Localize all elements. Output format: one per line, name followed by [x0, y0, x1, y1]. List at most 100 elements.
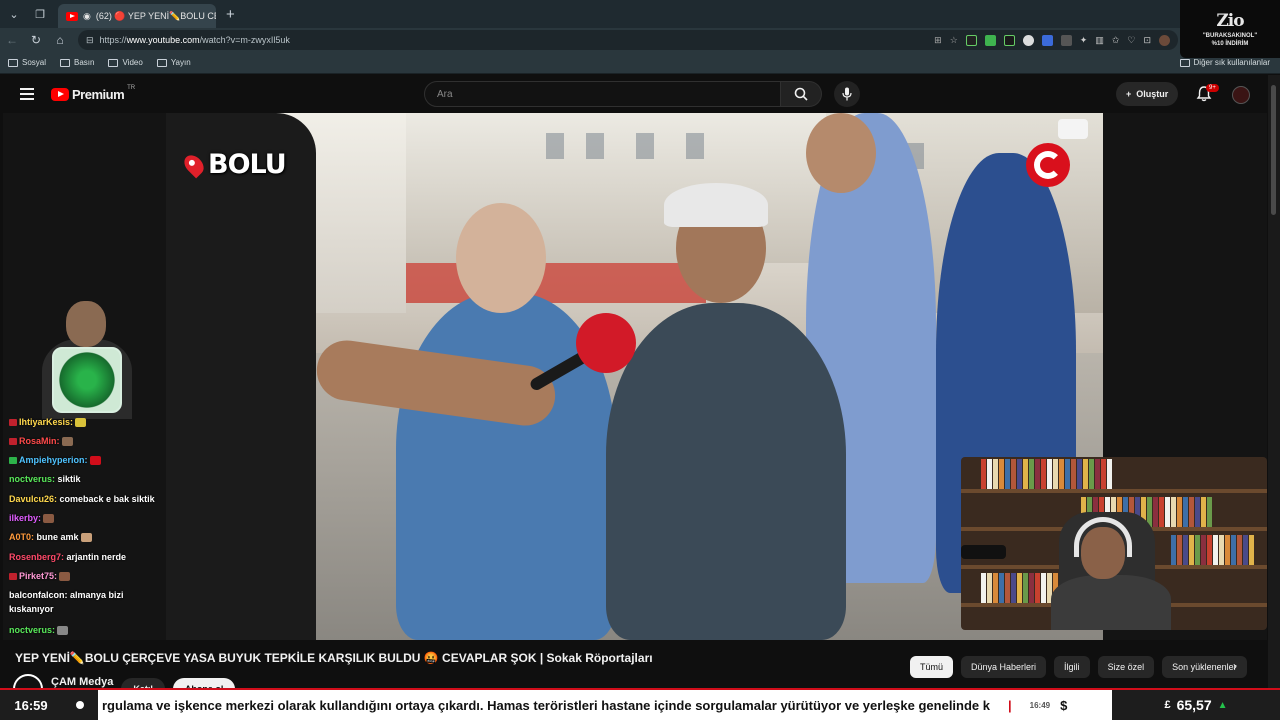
tab-list-chevron-icon[interactable]: ⌄	[2, 3, 26, 25]
book	[1047, 459, 1052, 489]
book	[1005, 573, 1010, 603]
extension-x-icon[interactable]	[1003, 34, 1015, 46]
chat-username: Pirket75:	[19, 571, 58, 581]
site-info-icon[interactable]: ⊟	[86, 35, 94, 46]
chat-text: bune amk	[34, 532, 79, 542]
split-screen-icon[interactable]: ▥	[1095, 35, 1104, 46]
folder-icon	[60, 58, 71, 67]
chip-related[interactable]: İlgili	[1054, 656, 1090, 678]
book	[993, 459, 998, 489]
book	[1195, 497, 1200, 527]
home-icon[interactable]: ⌂	[48, 29, 72, 51]
book	[993, 573, 998, 603]
app-available-icon[interactable]: ⊞	[934, 35, 942, 46]
menu-icon[interactable]	[20, 88, 34, 100]
downloads-icon[interactable]: ⊡	[1143, 35, 1151, 46]
chat-message: ilkerby:	[9, 514, 55, 524]
book	[1083, 459, 1088, 489]
search-button[interactable]	[781, 81, 822, 107]
url-prefix: https://	[99, 35, 127, 45]
bookmark-label: Yayın	[170, 58, 191, 67]
book	[1107, 459, 1112, 489]
favorites-icon[interactable]: ✩	[1112, 35, 1120, 46]
bookmark-folder-stream[interactable]: Yayın	[156, 58, 191, 67]
shop-awning	[406, 263, 706, 303]
interviewer-silhouette	[166, 113, 316, 640]
favorite-star-icon[interactable]: ☆	[950, 35, 958, 46]
tab-actions-icon[interactable]: ❐	[28, 3, 52, 25]
other-bookmarks[interactable]: Diğer sık kullanılanlar	[1179, 58, 1270, 67]
extension-pen-icon[interactable]	[1022, 34, 1034, 46]
zio-promo-badge: Zio "BURAKSAKINOL" %10 İNDİRİM	[1180, 0, 1280, 58]
microphone-arm	[961, 545, 1006, 559]
chat-message: balconfalcon: almanya bizi	[9, 591, 124, 600]
book	[1071, 459, 1076, 489]
page-scrollbar[interactable]	[1268, 75, 1280, 688]
chat-message: Ampiehyperion:	[9, 456, 101, 466]
microphone-icon	[842, 87, 852, 101]
extensions-puzzle-icon[interactable]: ✦	[1080, 35, 1088, 46]
scrollbar-thumb[interactable]	[1271, 85, 1276, 215]
book	[1011, 573, 1016, 603]
book	[1177, 535, 1182, 565]
collections-icon[interactable]: ♡	[1127, 35, 1135, 46]
book	[1219, 535, 1224, 565]
book	[1017, 573, 1022, 603]
passerby-head	[806, 113, 876, 193]
video-player[interactable]: BOLU IhtiyarKesis: RosaMin: Ampiehyperion:…	[3, 113, 1267, 640]
book	[1077, 459, 1082, 489]
extension-s-icon[interactable]	[1060, 34, 1072, 46]
account-avatar[interactable]	[1232, 86, 1250, 104]
address-bar[interactable]: ⊟ https:// www.youtube.com /watch?v=m-zw…	[78, 30, 1178, 50]
chat-badge-icon	[9, 457, 17, 465]
youtube-favicon-icon	[66, 11, 78, 21]
book	[1041, 573, 1046, 603]
youtube-premium-logo[interactable]: Premium TR	[51, 85, 135, 102]
microphone-flag	[576, 313, 636, 373]
books-row	[981, 459, 1112, 489]
chat-username: balconfalcon:	[9, 590, 68, 600]
chat-message: noctverus:	[9, 626, 69, 636]
back-arrow-icon[interactable]: ←	[0, 29, 24, 51]
create-button[interactable]: + Oluştur	[1116, 82, 1179, 106]
book	[1041, 459, 1046, 489]
book	[1243, 535, 1248, 565]
chat-badge-icon	[9, 438, 17, 446]
interviewee-cap	[664, 183, 768, 227]
streamer-hoodie	[1051, 575, 1171, 630]
chat-message: A0T0: bune amk	[9, 532, 92, 543]
chip-for-you[interactable]: Size özel	[1097, 656, 1155, 678]
window	[546, 133, 564, 159]
profile-avatar-icon[interactable]	[1159, 34, 1170, 46]
bookmark-folder-social[interactable]: Sosyal	[8, 58, 46, 67]
book	[1201, 535, 1206, 565]
chevron-right-icon[interactable]: ›	[1233, 659, 1237, 673]
browser-tab-youtube[interactable]: ◉ (62) 🔴 YEP YENİ✏️BOLU CER ✕	[58, 4, 216, 28]
voice-search-button[interactable]	[834, 81, 860, 107]
book	[987, 573, 992, 603]
chat-username: RosaMin:	[19, 436, 60, 446]
extension-h-icon[interactable]	[965, 34, 977, 46]
book	[987, 459, 992, 489]
extension-translate-icon[interactable]	[1041, 34, 1053, 46]
extension-green-icon[interactable]	[984, 34, 996, 46]
book	[1153, 497, 1158, 527]
reload-icon[interactable]: ↻	[24, 29, 48, 51]
streamer-head	[66, 301, 106, 347]
youtube-logo-icon	[51, 87, 69, 101]
bookmark-folder-video[interactable]: Video	[108, 58, 143, 67]
chat-message: IhtiyarKesis:	[9, 418, 87, 428]
notification-count-badge: 9+	[1206, 84, 1219, 92]
chip-world-news[interactable]: Dünya Haberleri	[961, 656, 1047, 678]
cam-media-logo-icon	[1026, 143, 1070, 187]
bookmark-label: Sosyal	[22, 58, 47, 67]
chat-emote-icon	[57, 626, 69, 636]
ticker-clock: 16:59	[0, 690, 62, 720]
chat-emote-icon	[59, 572, 71, 582]
new-tab-button[interactable]: +	[226, 6, 235, 23]
window	[636, 133, 654, 159]
search-input[interactable]: Ara	[424, 81, 781, 107]
bookmark-folder-press[interactable]: Basın	[60, 58, 94, 67]
chip-all[interactable]: Tümü	[910, 656, 954, 678]
channel-name[interactable]: ÇAM Medya	[51, 676, 113, 688]
